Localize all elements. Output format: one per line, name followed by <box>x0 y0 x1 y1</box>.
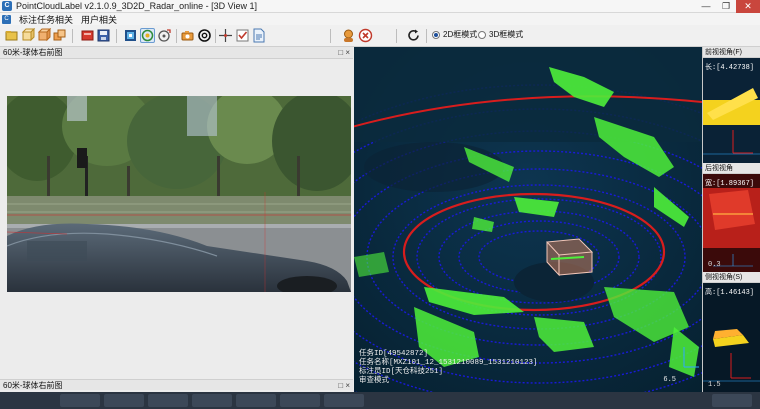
save-icon[interactable] <box>96 28 111 43</box>
camera-panel: 60米-球体右前图 □ × 60米-球体右前图 □ × <box>0 47 353 409</box>
crosshair-icon[interactable] <box>218 28 233 43</box>
cube-copy-icon[interactable] <box>52 28 67 43</box>
width-value: 宽:[1.89367] <box>705 180 755 188</box>
cube-add-icon[interactable] <box>20 27 36 43</box>
back-view-header: 后视视角 <box>703 163 760 174</box>
camera-panel-footer: 60米-球体右前图 □ × <box>0 379 353 390</box>
back-view[interactable]: 宽:[1.89367] 0.3 <box>703 174 760 272</box>
back-scale-value: 0.3 <box>708 261 721 269</box>
annotator-id-text: 标注员ID[天仓科技251] <box>359 368 444 376</box>
taskbar-app-6[interactable] <box>280 394 320 407</box>
ortho-views-panel: 前视视角(F) 长:[4.42738] 后视视角 宽:[1.89367] 0.3… <box>702 47 760 392</box>
taskbar-app-3[interactable] <box>148 394 188 407</box>
mode-2d-label: 2D框模式 <box>443 30 478 39</box>
radio-2d-dot[interactable] <box>432 30 440 39</box>
minimize-button[interactable]: — <box>696 0 716 13</box>
pin-icon[interactable]: □ <box>338 48 343 57</box>
open-folder-icon[interactable] <box>4 28 19 43</box>
menu-bar: C 标注任务相关 用户相关 <box>0 13 760 25</box>
camera-panel-footer-title: 60米-球体右前图 <box>3 381 63 390</box>
back-view-title: 后视视角 <box>705 165 733 172</box>
target-mode-icon[interactable] <box>140 28 155 43</box>
refresh-icon[interactable] <box>406 28 421 43</box>
height-value: 高:[1.46143] <box>705 289 755 297</box>
title-bar: C PointCloudLabel v2.1.0.9_3D2D_Radar_on… <box>0 0 760 13</box>
taskbar-app-5[interactable] <box>236 394 276 407</box>
camera-panel-title: 60米-球体右前图 <box>3 48 63 57</box>
taskbar <box>0 392 760 409</box>
side-view-title: 侧视视角(S) <box>705 274 743 281</box>
taskbar-app-2[interactable] <box>104 394 144 407</box>
maximize-button[interactable]: ❐ <box>716 0 736 13</box>
mode-3d-label: 3D框模式 <box>489 30 524 39</box>
side-scale-value: 1.5 <box>708 381 721 389</box>
taskbar-tray[interactable] <box>712 394 752 407</box>
front-view-header: 前视视角(F) <box>703 47 760 58</box>
rotate-target-icon[interactable] <box>157 28 172 43</box>
scale-value: 6.5 <box>663 376 676 384</box>
window-title: PointCloudLabel v2.1.0.9_3D2D_Radar_onli… <box>16 1 257 11</box>
checklist-icon[interactable] <box>235 28 250 43</box>
menu-app-icon: C <box>2 14 11 24</box>
footer-pin-icon[interactable]: □ <box>338 381 343 390</box>
taskbar-app-7[interactable] <box>324 394 364 407</box>
front-view-title: 前视视角(F) <box>705 49 742 56</box>
delete-box-icon[interactable] <box>80 28 95 43</box>
toolbar: 2D框模式 3D框模式 <box>0 25 760 47</box>
taskbar-app-4[interactable] <box>192 394 232 407</box>
close-button[interactable]: ✕ <box>736 0 760 13</box>
cube-edit-icon[interactable] <box>36 27 52 43</box>
front-view[interactable]: 长:[4.42738] <box>703 58 760 163</box>
taskbar-app-1[interactable] <box>60 394 100 407</box>
camera-image <box>7 96 351 292</box>
task-info-overlay: 任务ID[49542872] 任务名称[MXZ101_12_1531210089… <box>359 350 538 386</box>
length-value: 长:[4.42738] <box>705 64 755 72</box>
menu-task[interactable]: 标注任务相关 <box>19 13 73 26</box>
task-name-text: 任务名称[MXZ101_12_1531210089_1531210123] <box>359 359 538 367</box>
mode-2d-radio[interactable]: 2D框模式 <box>432 29 477 40</box>
mode-3d-radio[interactable]: 3D框模式 <box>478 29 523 40</box>
radio-3d-dot[interactable] <box>478 30 486 39</box>
app-icon: C <box>2 1 12 11</box>
point-cloud-view[interactable]: 任务ID[49542872] 任务名称[MXZ101_12_1531210089… <box>354 47 702 392</box>
side-view-header: 侧视视角(S) <box>703 272 760 283</box>
task-id-text: 任务ID[49542872] <box>359 350 429 358</box>
review-mode-text: 审查模式 <box>359 377 389 385</box>
side-view[interactable]: 高:[1.46143] 1.5 <box>703 283 760 392</box>
camera-icon[interactable] <box>180 28 195 43</box>
cancel-icon[interactable] <box>358 28 373 43</box>
document-icon[interactable] <box>251 28 266 43</box>
camera-panel-header: 60米-球体右前图 □ × <box>0 47 353 59</box>
footer-close-icon[interactable]: × <box>345 381 350 390</box>
center-target-icon[interactable] <box>197 28 212 43</box>
panel-close-icon[interactable]: × <box>345 48 350 57</box>
user-avatar-icon[interactable] <box>341 28 356 43</box>
menu-user[interactable]: 用户相关 <box>81 13 117 26</box>
layer-view-icon[interactable] <box>123 28 138 43</box>
